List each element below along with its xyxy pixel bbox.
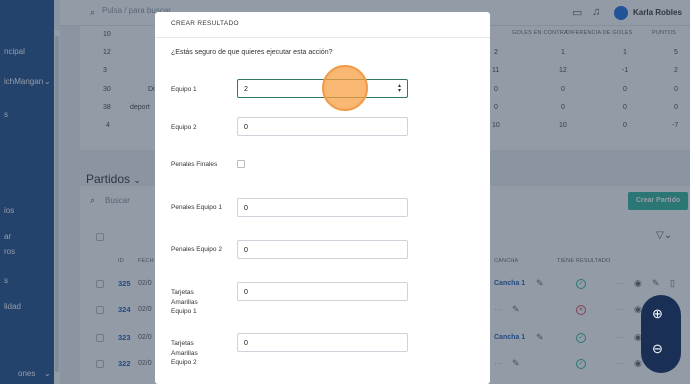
penales-finales-label: Penales Finales	[171, 161, 218, 168]
tarjetas-amarillas-equipo2-label: Tarjetas Amarillas Equipo 2	[171, 340, 198, 366]
stepper-arrows-icon[interactable]: ▴ ▾	[398, 83, 401, 94]
crear-resultado-modal: CREAR RESULTADO ¿Estás seguro de que qui…	[155, 12, 490, 384]
penales-finales-checkbox[interactable]	[237, 160, 245, 168]
zoom-in-icon[interactable]: ⊕	[652, 306, 663, 322]
zoom-out-icon[interactable]: ⊖	[652, 341, 663, 357]
equipo2-value: 0	[244, 124, 248, 131]
tarjetas-amarillas-equipo1-value: 0	[244, 289, 248, 296]
penales-equipo1-label: Penales Equipo 1	[171, 204, 222, 211]
penales-equipo2-label: Penales Equipo 2	[171, 246, 222, 253]
confirmation-question: ¿Estás seguro de que quieres ejecutar es…	[171, 49, 333, 56]
penales-equipo2-field[interactable]: 0	[237, 240, 408, 259]
tarjetas-amarillas-equipo2-field[interactable]: 0	[237, 333, 408, 352]
tarjetas-amarillas-equipo1-field[interactable]: 0	[237, 282, 408, 301]
penales-equipo1-value: 0	[244, 205, 248, 212]
penales-equipo1-field[interactable]: 0	[237, 198, 408, 217]
equipo2-label: Equipo 2	[171, 124, 197, 131]
penales-equipo2-value: 0	[244, 247, 248, 254]
tarjetas-amarillas-equipo2-value: 0	[244, 340, 248, 347]
equipo2-field[interactable]: 0	[237, 117, 408, 136]
equipo1-label: Equipo 1	[171, 86, 197, 93]
tarjetas-amarillas-equipo1-label: Tarjetas Amarillas Equipo 1	[171, 289, 198, 315]
equipo1-value: 2	[244, 86, 248, 93]
divider	[155, 37, 490, 38]
click-indicator	[322, 65, 368, 111]
modal-title: CREAR RESULTADO	[171, 20, 239, 27]
